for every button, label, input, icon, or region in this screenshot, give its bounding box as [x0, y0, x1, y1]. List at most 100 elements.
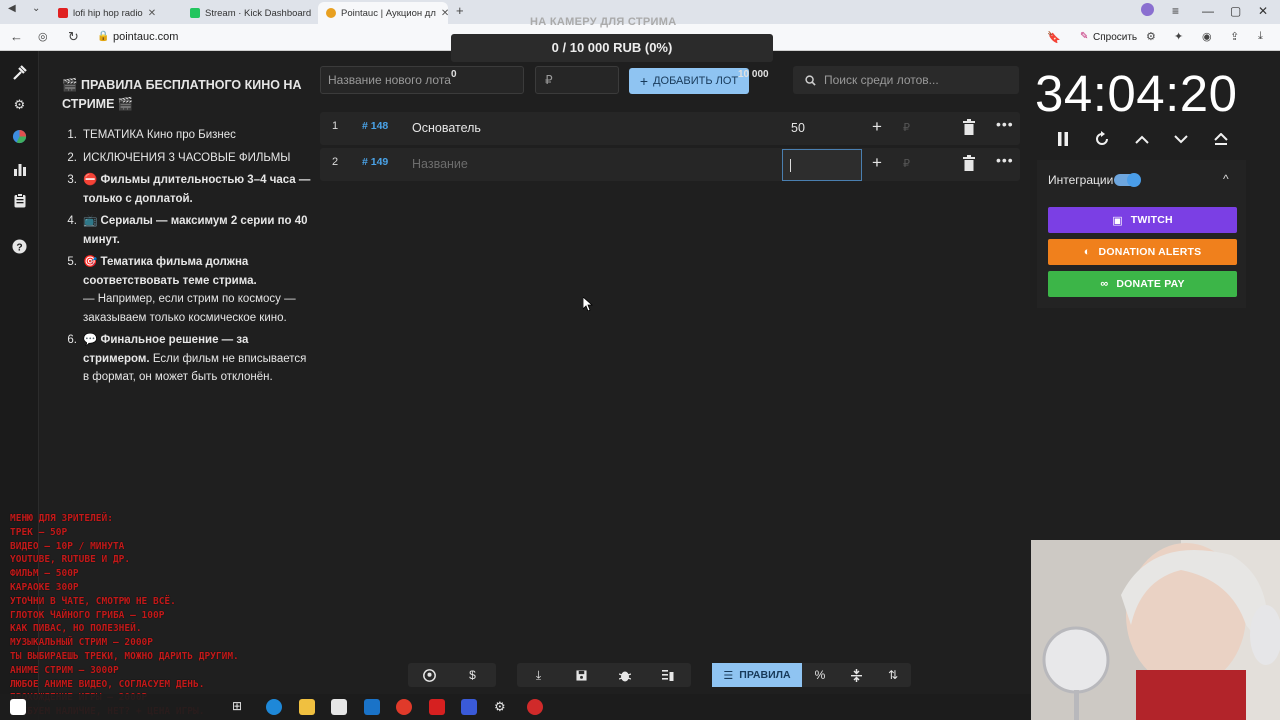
donate-dollar-icon[interactable]: $ [451, 663, 494, 687]
settings-app-icon[interactable]: ⚙ [494, 699, 510, 715]
url-text[interactable]: pointauc.com [113, 31, 178, 43]
plus-icon: + [639, 73, 649, 89]
lot-add-amount-input[interactable]: ₽ [903, 157, 910, 170]
tab-pointauc[interactable]: Pointauc | Аукцион дл ✕ [318, 2, 448, 24]
explorer-icon[interactable] [299, 699, 315, 715]
lot-row[interactable]: 2 # 149 Название + ₽ ••• [320, 148, 1020, 181]
bug-report-icon[interactable] [603, 663, 646, 687]
webcam-feed [1031, 540, 1280, 720]
extensions-icon[interactable]: ⚙ [1146, 30, 1156, 43]
new-lot-name-input[interactable]: Название нового лота [320, 66, 524, 94]
delete-lot-icon[interactable] [963, 155, 975, 171]
donation-alerts-button[interactable]: ◐ DONATION ALERTS [1048, 239, 1237, 265]
lot-amount[interactable]: 50 [791, 121, 805, 135]
rule-item: 4. 📺 Сериалы — максимум 2 серии по 40 ми… [62, 212, 312, 249]
lot-id-tag[interactable]: # 148 [362, 120, 388, 132]
statistics-icon[interactable] [11, 160, 28, 177]
download-icon[interactable]: ⤓ [1258, 30, 1263, 43]
percent-icon[interactable]: % [802, 663, 838, 687]
lot-add-amount-input[interactable]: ₽ [903, 121, 910, 134]
rule-item: 5. 🎯 Тематика фильма должна соответствов… [62, 253, 312, 327]
lot-more-icon[interactable]: ••• [996, 116, 1014, 132]
rule-number: 2. [67, 151, 77, 164]
tab-lofi[interactable]: lofi hip hop radio ✕ [50, 2, 176, 24]
integrations-toggle[interactable] [1114, 173, 1141, 187]
store-icon[interactable] [331, 699, 347, 715]
minimize-icon[interactable]: — [1202, 4, 1214, 18]
new-lot-price-input[interactable]: ₽ [535, 66, 619, 94]
ask-button[interactable]: Спросить [1093, 32, 1137, 43]
rules-panel: 🎬 ПРАВИЛА БЕСПЛАТНОГО КИНО НА СТРИМЕ 🎬 1… [62, 76, 312, 391]
yandex-icon[interactable] [429, 699, 445, 715]
lot-index: 2 [332, 156, 339, 168]
viewer-menu-line: ТЫ ВЫБИРАЕШЬ ТРЕКИ, МОЖНО ДАРИТЬ ДРУГИМ. [10, 650, 239, 662]
twitch-button[interactable]: ▣ TWITCH [1048, 207, 1237, 233]
edge-icon[interactable] [266, 699, 282, 715]
rules-button[interactable]: ☰ ПРАВИЛА [712, 663, 802, 687]
decrease-time-icon[interactable] [1171, 128, 1191, 150]
search-placeholder: Поиск среди лотов... [824, 73, 939, 87]
webcam-person-image [1031, 540, 1280, 720]
obs-icon[interactable] [527, 699, 543, 715]
menu-icon[interactable]: ≡ [1172, 4, 1179, 18]
viewer-menu-line: АНИМЕ СТРИМ — 3000Р [10, 664, 119, 676]
outlook-icon[interactable] [364, 699, 380, 715]
github-icon[interactable] [408, 663, 451, 687]
clipboard-icon[interactable] [11, 192, 28, 209]
shield-icon[interactable]: ◎ [38, 30, 48, 43]
task-view-icon[interactable]: ⊞ [232, 699, 248, 715]
download-icon[interactable]: ⤓ [517, 663, 560, 687]
auction-hammer-icon[interactable] [11, 64, 28, 81]
lot-amount-input-focused[interactable] [782, 149, 862, 181]
lot-name[interactable]: Основатель [412, 121, 481, 135]
add-lot-button[interactable]: + ДОБАВИТЬ ЛОТ [629, 68, 749, 94]
close-tab-icon[interactable]: ✕ [441, 8, 448, 19]
donate-pay-icon: ∞ [1100, 278, 1109, 290]
compact-view-icon[interactable] [838, 663, 875, 687]
pause-icon[interactable] [1053, 128, 1073, 150]
tab-list-chevron-icon[interactable]: ⌄ [32, 3, 40, 14]
lot-id-tag[interactable]: # 149 [362, 156, 388, 168]
rule-number: 4. [67, 215, 77, 227]
add-amount-icon[interactable]: + [872, 117, 882, 137]
lot-name-input[interactable]: Название [412, 157, 468, 171]
lot-row[interactable]: 1 # 148 Основатель 50 + ₽ ••• [320, 112, 1020, 145]
double-up-icon[interactable] [1211, 128, 1231, 150]
puzzle-icon[interactable]: ✦ [1174, 30, 1183, 43]
back-icon[interactable]: ← [10, 29, 23, 44]
stats-app-icon[interactable] [461, 699, 477, 715]
settings-gear-icon[interactable]: ⚙ [11, 96, 28, 113]
new-tab-icon[interactable]: + [456, 3, 464, 18]
share-icon[interactable]: ⇪ [1230, 30, 1239, 43]
lot-search-input[interactable]: Поиск среди лотов... [793, 66, 1019, 94]
add-amount-icon[interactable]: + [872, 153, 882, 173]
rule-item: 2. ИСКЛЮЧЕНИЯ 3 ЧАСОВЫЕ ФИЛЬМЫ [62, 149, 312, 168]
viewer-menu-line: ЛЮБОЕ АНИМЕ ВИДЕО, СОГЛАСУЕМ ДЕНЬ. [10, 678, 205, 690]
profile-avatar[interactable] [1141, 3, 1154, 16]
maximize-icon[interactable]: ▢ [1230, 4, 1241, 18]
delete-lot-icon[interactable] [963, 119, 975, 135]
lot-more-icon[interactable]: ••• [996, 152, 1014, 168]
reload-icon[interactable]: ↻ [68, 29, 79, 45]
ask-icon: ✎ [1080, 31, 1089, 42]
sort-icon[interactable]: ⇅ [875, 663, 911, 687]
progress-start-label: 0 [451, 69, 457, 80]
start-icon[interactable] [10, 699, 26, 715]
chevron-up-icon[interactable]: ^ [1223, 172, 1229, 186]
help-icon[interactable]: ? [11, 238, 28, 255]
reset-timer-icon[interactable] [1092, 128, 1112, 150]
bookmark-icon[interactable]: 🔖 [1047, 31, 1061, 44]
increase-time-icon[interactable] [1132, 128, 1152, 150]
viewer-menu-line: КАК ПИВАС, НО ПОЛЕЗНЕЙ. [10, 623, 142, 635]
tab-kick[interactable]: Stream · Kick Dashboard [182, 2, 318, 24]
close-tab-icon[interactable]: ✕ [148, 8, 156, 19]
yandex-browser-icon[interactable] [396, 699, 412, 715]
add-lot-label: ДОБАВИТЬ ЛОТ [653, 75, 739, 87]
speaker-icon[interactable]: ◀ [8, 3, 16, 14]
wheel-icon[interactable] [11, 128, 28, 145]
clear-lots-icon[interactable] [646, 663, 689, 687]
media-icon[interactable]: ◉ [1202, 30, 1212, 43]
save-icon[interactable] [560, 663, 603, 687]
donate-pay-button[interactable]: ∞ DONATE PAY [1048, 271, 1237, 297]
close-window-icon[interactable]: ✕ [1258, 4, 1268, 18]
